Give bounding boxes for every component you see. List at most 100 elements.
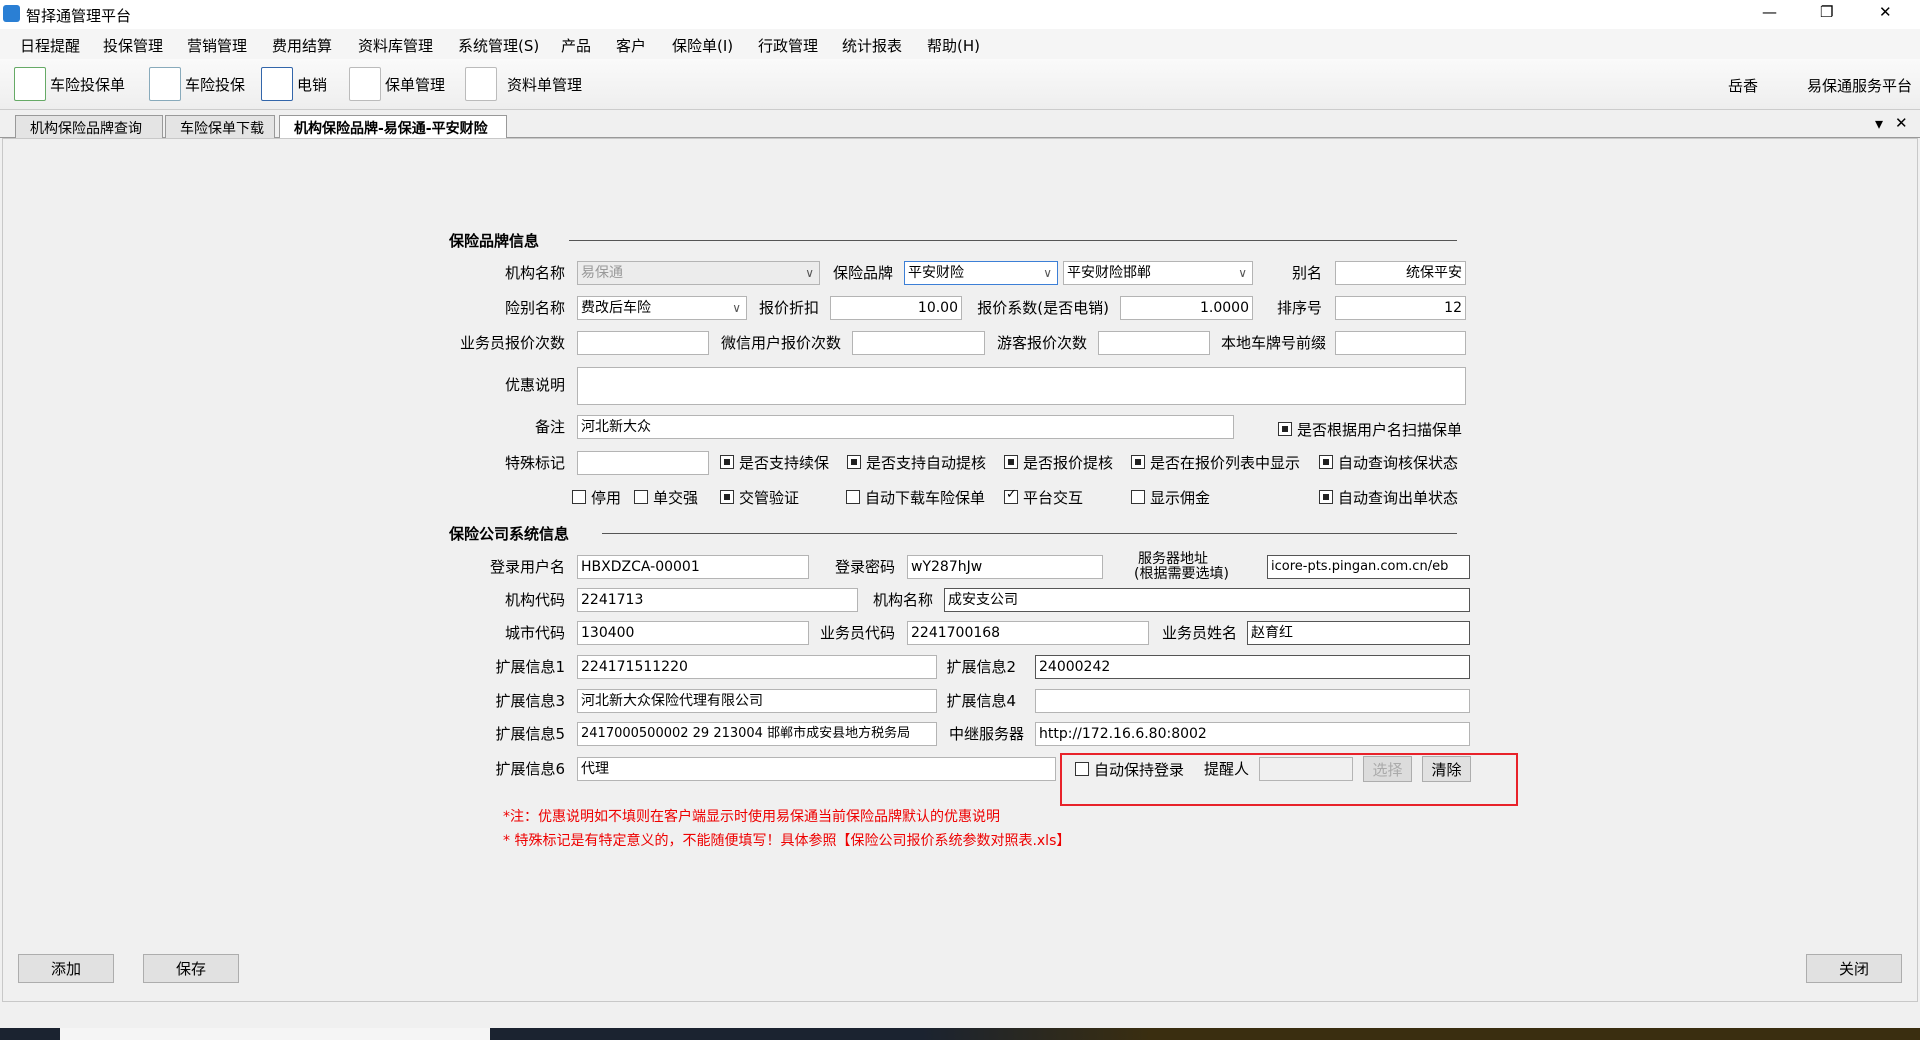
platform-link[interactable]: 易保通服务平台	[1807, 75, 1912, 96]
promo-textarea[interactable]	[577, 367, 1466, 405]
agent-count-input[interactable]	[577, 331, 709, 355]
add-button[interactable]: 添加	[18, 954, 114, 983]
quote-submit-checkbox[interactable]: 是否报价提核	[1004, 451, 1113, 473]
server-input[interactable]: icore-pts.pingan.com.cn/eb	[1267, 555, 1470, 579]
reminder-label: 提醒人	[1203, 760, 1249, 778]
login-user-input[interactable]: HBXDZCA-00001	[577, 555, 809, 579]
reminder-input[interactable]	[1259, 757, 1353, 781]
show-in-quote-list-checkbox[interactable]: 是否在报价列表中显示	[1131, 451, 1300, 473]
menu-admin[interactable]: 行政管理	[758, 35, 818, 56]
toolbar-document-management[interactable]: 资料单管理	[465, 65, 582, 103]
menu-reports[interactable]: 统计报表	[842, 35, 902, 56]
remark-label: 备注	[534, 418, 565, 436]
checkbox-label: 自动保持登录	[1094, 760, 1185, 779]
tab-policy-download[interactable]: 车险保单下载	[165, 115, 275, 138]
minimize-button[interactable]: —	[1762, 3, 1777, 21]
plate-prefix-input[interactable]	[1335, 331, 1466, 355]
ext4-label: 扩展信息4	[946, 692, 1016, 710]
special-note: * 特殊标记是有特定意义的，不能随便填写！具体参照【保险公司报价系统参数对照表.…	[503, 833, 1071, 849]
close-tab-icon[interactable]: ✕	[1895, 114, 1908, 132]
ext2-input[interactable]: 24000242	[1035, 655, 1470, 679]
org-name-label: 机构名称	[504, 264, 565, 282]
menu-customer[interactable]: 客户	[616, 35, 646, 56]
remark-input[interactable]: 河北新大众	[577, 415, 1234, 439]
tab-brand-query[interactable]: 机构保险品牌查询	[15, 115, 163, 138]
close-window-button[interactable]: ✕	[1879, 3, 1892, 21]
toolbar-auto-insure-form[interactable]: 车险投保单	[14, 65, 125, 103]
menu-schedule[interactable]: 日程提醒	[20, 35, 80, 56]
ext1-input[interactable]: 224171511220	[577, 655, 937, 679]
toolbar-telesales[interactable]: 电销	[261, 65, 327, 103]
auto-submit-checkbox[interactable]: 是否支持自动提核	[847, 451, 986, 473]
tab-list-dropdown-icon[interactable]: ▾	[1875, 114, 1883, 133]
toolbar-policy-management[interactable]: 保单管理	[349, 65, 445, 103]
blank-document-icon	[465, 67, 497, 101]
checkbox-box	[720, 490, 734, 504]
scan-by-username-checkbox[interactable]: 是否根据用户名扫描保单	[1278, 418, 1462, 440]
disable-checkbox[interactable]: 停用	[572, 486, 621, 508]
menu-product[interactable]: 产品	[561, 35, 591, 56]
auto-query-underwriting-checkbox[interactable]: 自动查询核保状态	[1319, 451, 1458, 473]
tab-strip: 机构保险品牌查询 车险保单下载 机构保险品牌-易保通-平安财险 ▾ ✕	[0, 111, 1920, 139]
platform-interaction-checkbox[interactable]: 平台交互	[1004, 486, 1083, 508]
relay-input[interactable]: http://172.16.6.80:8002	[1035, 722, 1470, 746]
menu-fees[interactable]: 费用结算	[272, 35, 332, 56]
contact-card-icon	[261, 67, 293, 101]
sort-input[interactable]: 12	[1335, 296, 1466, 320]
guest-count-input[interactable]	[1098, 331, 1210, 355]
company-name-label: 机构名称	[872, 591, 933, 609]
compulsory-only-checkbox[interactable]: 单交强	[634, 486, 698, 508]
close-button[interactable]: 关闭	[1806, 954, 1902, 983]
ext4-input[interactable]	[1035, 689, 1470, 713]
city-code-input[interactable]: 130400	[577, 621, 809, 645]
ext5-input[interactable]: 2417000500002 29 213004 邯郸市成安县地方税务局	[577, 722, 937, 746]
company-name-input[interactable]: 成安支公司	[944, 588, 1470, 612]
org-code-input[interactable]: 2241713	[577, 588, 858, 612]
restore-button[interactable]: ❐	[1820, 3, 1833, 21]
special-input[interactable]	[577, 451, 709, 475]
relay-label: 中继服务器	[948, 725, 1024, 743]
coef-label: 报价系数(是否电销)	[977, 299, 1109, 317]
checkbox-label: 停用	[591, 488, 622, 507]
coef-input[interactable]: 1.0000	[1120, 296, 1253, 320]
taskbar-search[interactable]	[60, 1028, 490, 1040]
show-commission-checkbox[interactable]: 显示佣金	[1131, 486, 1210, 508]
save-button[interactable]: 保存	[143, 954, 239, 983]
clear-reminder-button[interactable]: 清除	[1422, 756, 1471, 782]
discount-input[interactable]: 10.00	[830, 296, 962, 320]
checkbox-label: 交管验证	[739, 488, 800, 507]
current-user[interactable]: 岳香	[1728, 75, 1758, 96]
alias-input[interactable]: 统保平安	[1335, 261, 1466, 285]
login-pwd-input[interactable]: wY287hJw	[907, 555, 1103, 579]
wechat-count-input[interactable]	[852, 331, 985, 355]
ext6-input[interactable]: 代理	[577, 757, 1056, 781]
title-bar: 智择通管理平台 — ❐ ✕	[0, 0, 1920, 29]
toolbar-label: 车险投保单	[50, 75, 126, 94]
ext3-input[interactable]: 河北新大众保险代理有限公司	[577, 689, 937, 713]
menu-policy[interactable]: 保险单(I)	[672, 35, 733, 56]
auto-download-policy-checkbox[interactable]: 自动下载车险保单	[846, 486, 985, 508]
brand-branch-select[interactable]: 平安财险邯郸	[1063, 261, 1253, 285]
keep-login-checkbox[interactable]: 自动保持登录	[1075, 758, 1184, 780]
tab-brand-detail[interactable]: 机构保险品牌-易保通-平安财险	[279, 115, 507, 139]
agent-code-label: 业务员代码	[819, 624, 895, 642]
city-code-label: 城市代码	[504, 624, 565, 642]
agent-name-input[interactable]: 赵育红	[1247, 621, 1470, 645]
type-select[interactable]: 费改后车险	[577, 296, 747, 320]
menu-system[interactable]: 系统管理(S)	[458, 35, 539, 56]
support-renewal-checkbox[interactable]: 是否支持续保	[720, 451, 829, 473]
menu-marketing[interactable]: 营销管理	[187, 35, 247, 56]
document-edit-icon	[149, 67, 181, 101]
auto-query-issue-checkbox[interactable]: 自动查询出单状态	[1319, 486, 1458, 508]
promo-note: *注：优惠说明如不填则在客户端显示时使用易保通当前保险品牌默认的优惠说明	[503, 809, 1000, 825]
toolbar-auto-insure[interactable]: 车险投保	[149, 65, 245, 103]
brand-select[interactable]: 平安财险	[904, 261, 1058, 285]
checkbox-box	[634, 490, 648, 504]
menu-insure[interactable]: 投保管理	[103, 35, 163, 56]
agent-name-label: 业务员姓名	[1161, 624, 1237, 642]
checkbox-label: 平台交互	[1023, 488, 1084, 507]
menu-library[interactable]: 资料库管理	[358, 35, 433, 56]
agent-code-input[interactable]: 2241700168	[907, 621, 1149, 645]
menu-help[interactable]: 帮助(H)	[927, 35, 980, 56]
traffic-verify-checkbox[interactable]: 交管验证	[720, 486, 799, 508]
